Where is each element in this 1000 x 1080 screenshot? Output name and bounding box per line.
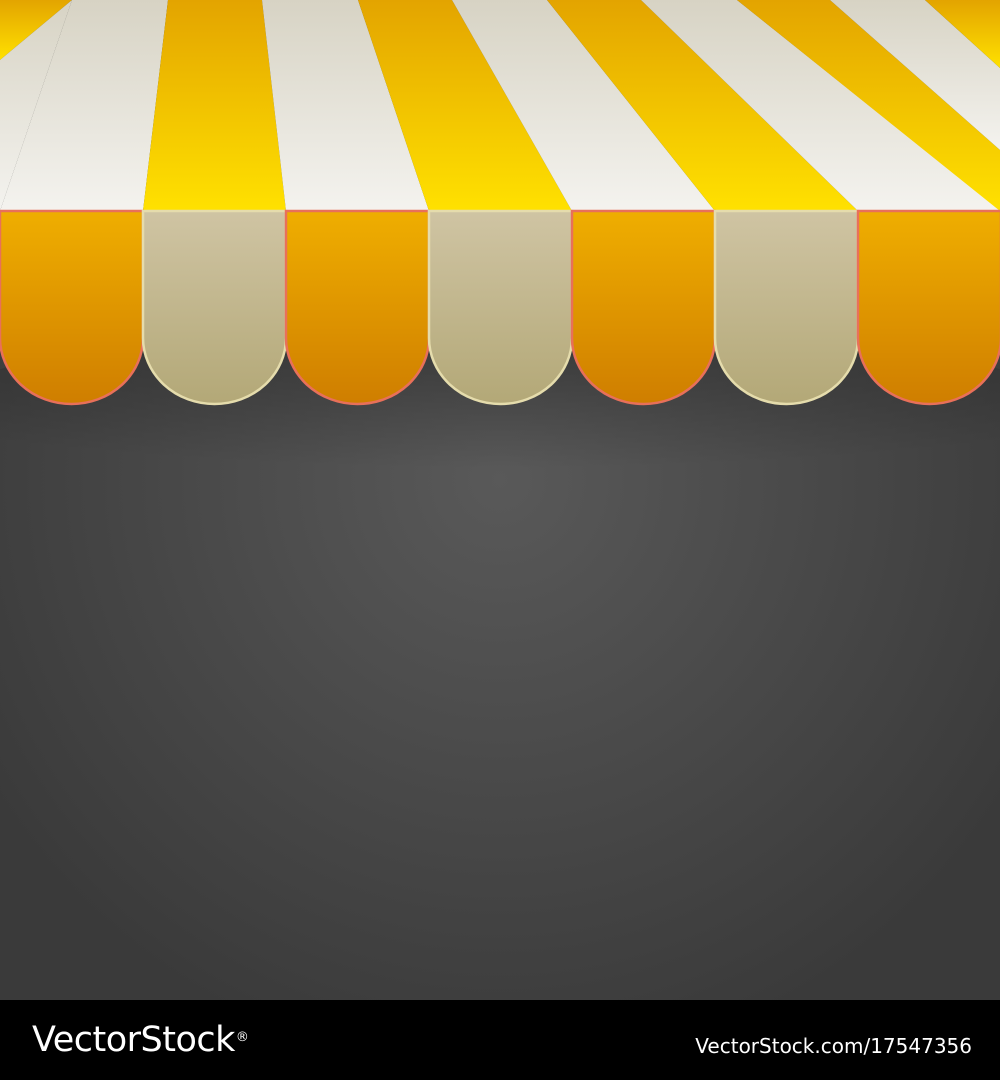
flap-yellow: [0, 209, 145, 406]
image-id-text: VectorStock.com/17547356: [695, 1034, 972, 1058]
stripe-yellow-top: [143, 0, 286, 211]
brand-logo: VectorStock®: [32, 1018, 249, 1062]
registered-mark: ®: [235, 1030, 249, 1045]
awning-top-stripes: [0, 0, 1000, 211]
flap-yellow: [284, 209, 431, 406]
stock-image: VectorStock® VectorStock.com/17547356: [0, 0, 1000, 1080]
flap-yellow: [856, 209, 1000, 406]
brand-name: VectorStock: [32, 1020, 235, 1060]
watermark-bar: VectorStock® VectorStock.com/17547356: [0, 1000, 1000, 1080]
flap-yellow: [570, 209, 717, 406]
flap-cream: [141, 209, 288, 406]
flap-cream: [427, 209, 574, 406]
flap-cream: [713, 209, 860, 406]
awning-illustration: [0, 0, 1000, 1000]
